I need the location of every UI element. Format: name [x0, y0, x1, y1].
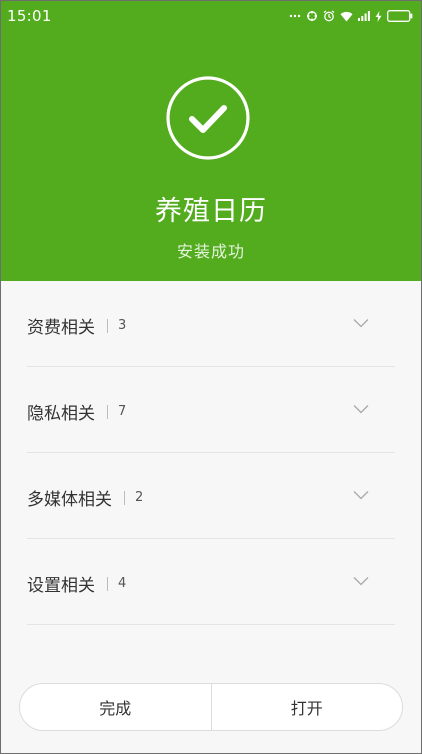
open-button[interactable]: 打开 — [212, 684, 403, 730]
chevron-down-icon[interactable] — [353, 404, 369, 414]
done-button[interactable]: 完成 — [20, 684, 211, 730]
alarm-icon — [323, 10, 335, 22]
separator — [107, 404, 108, 419]
permission-label: 设置相关 — [27, 576, 95, 596]
sync-icon — [307, 11, 317, 21]
wifi-icon — [340, 11, 353, 21]
battery-icon — [387, 10, 413, 22]
chevron-down-icon[interactable] — [353, 490, 369, 500]
install-status-text: 安装成功 — [176, 242, 245, 261]
permission-count: 2 — [135, 490, 144, 505]
chevron-down-icon[interactable] — [353, 576, 369, 586]
permission-label: 资费相关 — [27, 318, 95, 338]
charging-icon — [375, 10, 382, 22]
permission-count: 7 — [118, 404, 127, 419]
divider — [27, 624, 395, 625]
install-complete-screen: 15:01 养殖日历 安装成功 资费相关 3 隐私相关 7 多媒体相关 2 设置… — [0, 0, 422, 754]
separator — [124, 490, 125, 505]
permission-row-settings[interactable]: 设置相关 4 — [1, 539, 421, 625]
status-time: 15:01 — [7, 7, 52, 25]
check-circle-icon — [166, 76, 250, 160]
status-bar: 15:01 — [1, 1, 421, 31]
signal-icon — [358, 11, 370, 21]
permission-list: 资费相关 3 隐私相关 7 多媒体相关 2 设置相关 4 — [1, 281, 421, 625]
dots-icon — [289, 14, 301, 18]
permission-count: 3 — [118, 318, 127, 333]
permission-row-fees[interactable]: 资费相关 3 — [1, 281, 421, 367]
action-button-bar: 完成 打开 — [19, 683, 403, 731]
permission-count: 4 — [118, 576, 127, 591]
chevron-down-icon[interactable] — [353, 318, 369, 328]
status-icons — [289, 9, 413, 23]
app-title: 养殖日历 — [155, 196, 267, 227]
header: 15:01 养殖日历 安装成功 — [1, 1, 421, 281]
separator — [107, 576, 108, 591]
permission-label: 多媒体相关 — [27, 490, 112, 510]
permission-label: 隐私相关 — [27, 404, 95, 424]
permission-row-privacy[interactable]: 隐私相关 7 — [1, 367, 421, 453]
permission-row-multimedia[interactable]: 多媒体相关 2 — [1, 453, 421, 539]
separator — [107, 318, 108, 333]
